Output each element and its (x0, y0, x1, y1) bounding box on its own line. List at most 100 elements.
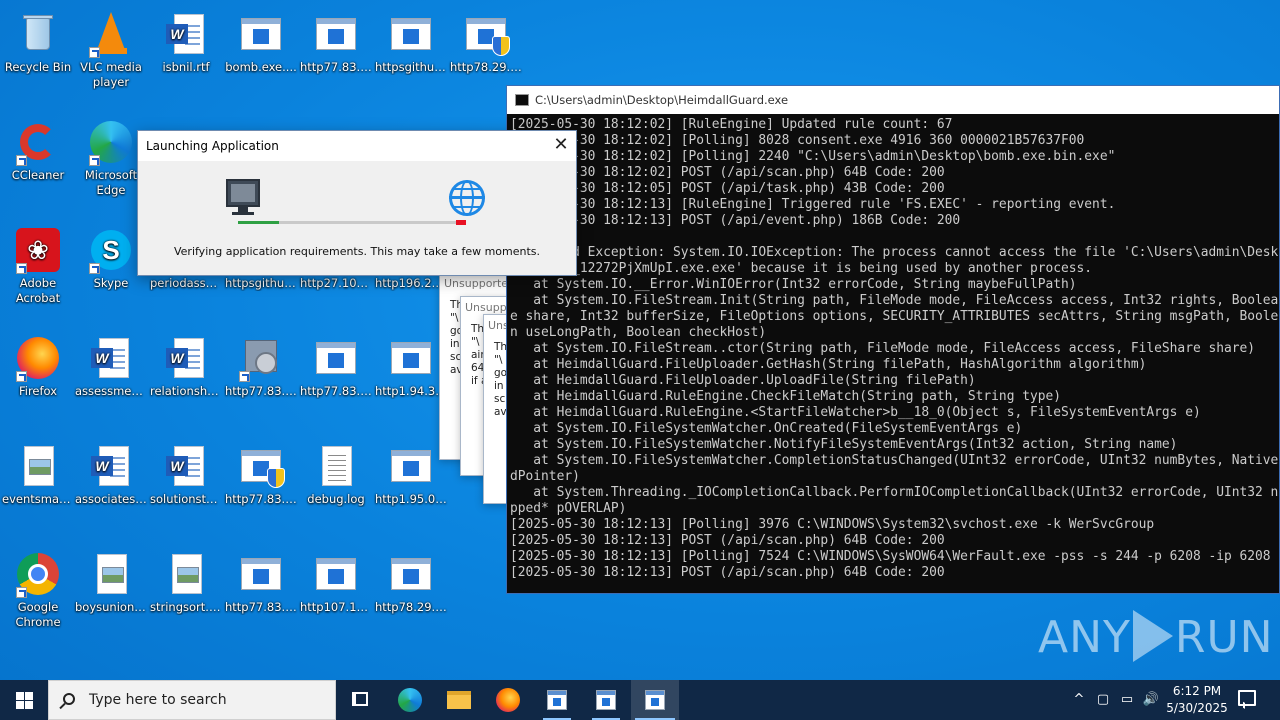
image-file-icon (87, 550, 135, 598)
tray-overflow-chevron-icon[interactable]: ^ (1068, 680, 1090, 720)
desktop-icon-label: Skype (93, 276, 129, 290)
console-line: pped* pOVERLAP) (510, 501, 627, 516)
network-icon[interactable]: ▭ (1116, 680, 1138, 720)
desktop-icon-solutionsta[interactable]: W solutionsta... (148, 438, 224, 507)
application-icon (596, 690, 616, 710)
taskbar: Type here to search ^ ▢ ▭ 🔊 6:12 PM 5/30… (0, 680, 1280, 720)
dialog-title: Launching Application (146, 139, 279, 153)
console-line: [2025-05-30 18:12:02] POST (/api/scan.ph… (510, 165, 945, 180)
console-output[interactable]: [2025-05-30 18:12:02] [RuleEngine] Updat… (507, 115, 1279, 593)
taskbar-app-3[interactable] (631, 680, 679, 720)
desktop-icon-firefox[interactable]: Firefox (0, 330, 76, 399)
desktop-icon-assessmen[interactable]: W assessmen... (73, 330, 149, 399)
desktop-icon-label: debug.log (307, 492, 365, 506)
dialog-title: Unsupp (465, 301, 507, 314)
start-button[interactable] (0, 680, 48, 720)
desktop-icon-label: httpsgithub... (375, 60, 449, 74)
dialog-message: Verifying application requirements. This… (173, 245, 541, 258)
console-line: [2025-05-30 18:12:13] POST (/api/scan.ph… (510, 533, 945, 548)
console-line: at HeimdallGuard.RuleEngine.<StartFileWa… (510, 405, 1201, 420)
taskbar-app-2[interactable] (582, 680, 630, 720)
system-clock[interactable]: 6:12 PM 5/30/2025 (1160, 683, 1234, 717)
console-line: dPointer) (510, 469, 580, 484)
installer-icon (237, 334, 285, 382)
text-file-icon (312, 442, 360, 490)
desktop-icon-label: http1.94.35.... (375, 384, 449, 398)
desktop-icon-debug-log[interactable]: debug.log (298, 438, 374, 507)
desktop-icon-label: http77.83.2... (225, 600, 299, 614)
desktop-icon-adobe-acrobat[interactable]: ❀ Adobe Acrobat (0, 222, 76, 306)
taskbar-file-explorer[interactable] (435, 680, 483, 720)
volume-icon[interactable]: 🔊 (1140, 680, 1162, 720)
console-line: at System.Threading._IOCompletionCallbac… (533, 485, 1279, 500)
launching-application-dialog[interactable]: Launching Application ✕ Verifying applic… (137, 130, 577, 276)
taskbar-search-box[interactable]: Type here to search (48, 680, 336, 720)
progress-end-marker (456, 220, 466, 225)
desktop-icon-label: http27.106.... (300, 276, 374, 290)
folder-icon (447, 691, 471, 709)
desktop-icon-http77-c[interactable]: http77.83.2... (298, 330, 374, 399)
taskbar-firefox[interactable] (484, 680, 532, 720)
desktop-icon-http1-94[interactable]: http1.94.35.... (373, 330, 449, 399)
desktop-icon-relationshe[interactable]: W relationshe... (148, 330, 224, 399)
desktop-icon-http77-a[interactable]: http77.83.2... (298, 6, 374, 75)
desktop-icon-http77-b[interactable]: http77.83.2... (223, 330, 299, 399)
console-app-icon (515, 94, 529, 106)
desktop-icon-label: http77.83.2... (300, 60, 374, 74)
task-view-button[interactable] (336, 680, 384, 720)
edge-icon (398, 688, 422, 712)
desktop-icon-httpsgithub-a[interactable]: httpsgithub... (373, 6, 449, 75)
desktop-icon-boysunion[interactable]: boysunion.... (73, 546, 149, 615)
application-icon (237, 550, 285, 598)
console-titlebar[interactable]: C:\Users\admin\Desktop\HeimdallGuard.exe (507, 86, 1279, 114)
desktop-icon-associatesd[interactable]: W associatesd... (73, 438, 149, 507)
desktop-icon-vlc[interactable]: VLC media player (73, 6, 149, 90)
connection-progress (238, 220, 466, 225)
console-line: [2025-05-30 18:12:13] POST (/api/event.p… (510, 213, 961, 228)
desktop-icon-label: periodasse... (150, 276, 224, 290)
desktop-icon-isbnil[interactable]: W isbnil.rtf (148, 6, 224, 75)
console-line: at System.IO.FileStream.Init(String path… (533, 293, 1279, 308)
clock-date: 5/30/2025 (1166, 701, 1228, 715)
word-document-icon: W (87, 442, 135, 490)
desktop-icon-label: associatesd... (75, 492, 149, 506)
desktop-icon-label: httpsgithub... (225, 276, 299, 290)
word-document-icon: W (162, 442, 210, 490)
desktop-icon-recycle-bin[interactable]: Recycle Bin (0, 6, 76, 75)
desktop-icon-http78-a[interactable]: http78.29.4... (448, 6, 524, 75)
desktop-icon-http77-d[interactable]: http77.83.2... (223, 438, 299, 507)
console-line: at System.IO.FileSystemWatcher.NotifyFil… (510, 437, 1178, 452)
desktop-icon-http77-e[interactable]: http77.83.2... (223, 546, 299, 615)
windows-logo-icon (16, 692, 24, 700)
desktop-icon-http107[interactable]: http107.175.... (298, 546, 374, 615)
desktop-icon-label: CCleaner (11, 168, 65, 182)
desktop-icon-stringsort[interactable]: stringsort.jpg (148, 546, 224, 615)
console-window[interactable]: C:\Users\admin\Desktop\HeimdallGuard.exe… (506, 85, 1280, 594)
desktop-icon-label: http1.95.0.... (375, 492, 449, 506)
desktop-icon-label: boysunion.... (75, 600, 149, 614)
close-icon[interactable]: ✕ (546, 131, 576, 161)
application-icon (387, 442, 435, 490)
firefox-icon (14, 334, 62, 382)
dialog-body: Verifying application requirements. This… (138, 161, 576, 275)
desktop-icon-http1-95[interactable]: http1.95.0.... (373, 438, 449, 507)
taskbar-app-1[interactable] (533, 680, 581, 720)
desktop-icon-label: http78.29.4... (450, 60, 524, 74)
taskbar-edge[interactable] (386, 680, 434, 720)
desktop-icon-label: http196.251.... (375, 276, 449, 290)
defender-icon[interactable]: ▢ (1092, 680, 1114, 720)
desktop-icon-eventsmarc[interactable]: eventsmarc... (0, 438, 76, 507)
console-line: bomb.exe_12272PjXmUpI.exe.exe' because i… (510, 261, 1093, 276)
console-line: [2025-05-30 18:12:13] POST (/api/scan.ph… (510, 565, 945, 580)
globe-icon (449, 180, 485, 216)
notification-center-icon[interactable] (1238, 690, 1256, 706)
desktop-icon-ccleaner[interactable]: CCleaner (0, 114, 76, 183)
desktop-icon-http78-b[interactable]: http78.29.4... (373, 546, 449, 615)
desktop-icon-google-chrome[interactable]: Google Chrome (0, 546, 76, 630)
desktop-icon-label: http77.83.2... (225, 384, 299, 398)
console-line: [2025-05-30 18:12:13] [Polling] 3976 C:\… (510, 517, 1155, 532)
console-line: at System.IO.FileSystemWatcher.Completio… (533, 453, 1279, 468)
image-file-icon (14, 442, 62, 490)
adobe-acrobat-icon: ❀ (14, 226, 62, 274)
desktop-icon-bomb[interactable]: bomb.exe.... (223, 6, 299, 75)
